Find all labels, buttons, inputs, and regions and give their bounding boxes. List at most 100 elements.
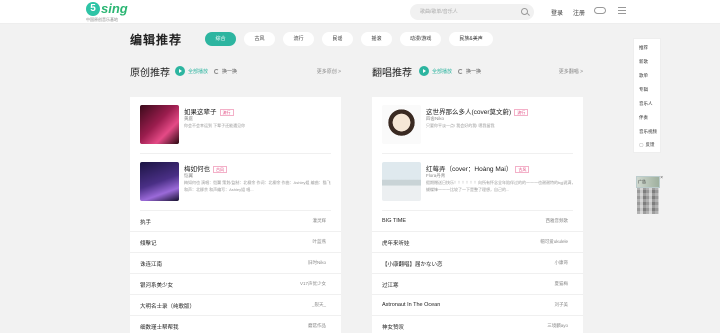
- song-title[interactable]: 细数瑾士帮帮我: [140, 323, 179, 331]
- ad-label: 广告: [638, 179, 646, 184]
- side-nav-new-songs[interactable]: 新歌: [639, 59, 648, 65]
- side-ad[interactable]: 广告 ×: [636, 175, 663, 214]
- tab-genre-anime-game[interactable]: 动漫/游戏: [400, 32, 442, 46]
- more-original-link[interactable]: 更多原创 >: [317, 68, 341, 75]
- search-icon[interactable]: [521, 8, 528, 15]
- list-item[interactable]: Astronaut In The Ocean 刘子美: [372, 295, 583, 316]
- song-artist[interactable]: Flora丹青: [426, 173, 445, 179]
- song-title[interactable]: 如果这辈子 流行: [184, 106, 234, 116]
- site-logo[interactable]: 5 sing 中国原创音乐基地: [86, 2, 128, 22]
- menu-icon[interactable]: [618, 7, 626, 14]
- ad-banner[interactable]: 广告: [636, 176, 660, 188]
- song-title[interactable]: 大明名士录（纯歌版）: [140, 302, 195, 310]
- song-title[interactable]: 虎年来听娃: [382, 239, 410, 247]
- song-title[interactable]: Astronaut In The Ocean: [382, 302, 440, 308]
- feature-song[interactable]: 这世界那么多人(cover莫文蔚) 流行 四舍Niko 只要你平淡一点! 我会好的…: [382, 97, 573, 154]
- song-artist[interactable]: 灌灵辉: [313, 218, 327, 224]
- feature-song[interactable]: 如果这辈子 流行 黄庭 你会不会幸运到 下辈子还能遇见你: [140, 97, 331, 154]
- refresh-button[interactable]: 换一换: [222, 68, 237, 75]
- list-item[interactable]: 虎年来听娃 帽可爱ukulele: [372, 232, 583, 253]
- list-item[interactable]: 【小康翻唱】届かない恋 小康哥: [372, 253, 583, 274]
- more-cover-link[interactable]: 更多翻唱 >: [559, 68, 583, 75]
- side-nav-accompaniment[interactable]: 伴奏: [639, 115, 648, 121]
- tab-genre-rock[interactable]: 摇滚: [361, 32, 392, 46]
- song-artist[interactable]: 西雅音频歌: [546, 218, 569, 224]
- feature-song[interactable]: 红莓弄（cover：Hoàng Mai） 古风 Flora丹青 假期赠送日快乐！！…: [382, 154, 575, 211]
- tab-genre-gufeng[interactable]: 古风: [244, 32, 275, 46]
- feature-song[interactable]: 梅如何也 古风 恺翼 梅如何也 演唱：恺翼 策划/监制：北柳余 作词：北柳余 作曲…: [140, 154, 331, 211]
- song-artist[interactable]: 蘑菇作品: [308, 323, 326, 329]
- register-link[interactable]: 注册: [573, 8, 585, 17]
- song-description: 梅如何也 演唱：恺翼 策划/监制：北柳余 作词：北柳余 作曲：Ashley姐 编…: [184, 180, 331, 192]
- song-artist[interactable]: 四舍Niko: [426, 116, 444, 122]
- list-item[interactable]: 细数瑾士帮帮我 蘑菇作品: [130, 316, 341, 333]
- song-title[interactable]: 傾擊记: [140, 239, 157, 247]
- song-title[interactable]: 银河系美少女: [140, 281, 173, 289]
- ad-close-icon[interactable]: ×: [660, 175, 663, 181]
- song-cover-image[interactable]: [382, 105, 421, 144]
- tab-genre-folk[interactable]: 民谣: [322, 32, 353, 46]
- song-title[interactable]: 这世界那么多人(cover莫文蔚) 流行: [426, 106, 529, 116]
- song-artist[interactable]: 小康哥: [555, 260, 569, 266]
- genre-tag: 流行: [219, 108, 234, 116]
- tab-genre-pop[interactable]: 流行: [283, 32, 314, 46]
- song-title[interactable]: 执手: [140, 218, 151, 226]
- list-item[interactable]: 诛连江南 旧时Niko: [130, 253, 341, 274]
- song-title[interactable]: 神女赞叹: [382, 323, 404, 331]
- list-item[interactable]: 大明名士录（纯歌版） _裂天_: [130, 295, 341, 316]
- song-cover-image[interactable]: [382, 162, 421, 201]
- song-artist[interactable]: 黄庭: [184, 116, 193, 122]
- play-all-icon[interactable]: [419, 66, 429, 76]
- list-item[interactable]: 过江寒 夏猫梅: [372, 274, 583, 295]
- song-artist[interactable]: 旧时Niko: [308, 260, 326, 266]
- play-all-icon[interactable]: [175, 66, 185, 76]
- song-artist[interactable]: 叶蓝燕: [313, 239, 327, 245]
- song-artist[interactable]: 恺翼: [184, 173, 193, 179]
- refresh-icon[interactable]: [214, 69, 219, 74]
- refresh-icon[interactable]: [458, 69, 463, 74]
- tab-genre-ethnic-bel-canto[interactable]: 民族&美声: [449, 32, 493, 46]
- side-nav-playlists[interactable]: 歌单: [639, 73, 648, 79]
- list-item[interactable]: 神女赞叹 三境麟ayo: [372, 316, 583, 333]
- song-artist[interactable]: 帽可爱ukulele: [540, 239, 568, 245]
- refresh-button[interactable]: 换一换: [466, 68, 481, 75]
- list-item[interactable]: 执手 灌灵辉: [130, 211, 341, 232]
- song-title[interactable]: 过江寒: [382, 281, 399, 289]
- song-title-text[interactable]: 如果这辈子: [184, 109, 217, 116]
- logo-subtitle: 中国原创音乐基地: [86, 17, 118, 22]
- song-title[interactable]: 【小康翻唱】届かない恋: [382, 260, 443, 268]
- song-title[interactable]: 诛连江南: [140, 260, 162, 268]
- song-description: 只要你平淡一点! 我会好的我! 嗯我留我: [426, 123, 495, 128]
- side-nav-music-video[interactable]: 音乐视频: [639, 129, 657, 135]
- original-card-list: 如果这辈子 流行 黄庭 你会不会幸运到 下辈子还能遇见你 梅如何也 古风 恺翼 梅如…: [130, 97, 341, 211]
- song-cover-image[interactable]: [140, 105, 179, 144]
- tab-genre-all[interactable]: 综合: [205, 32, 236, 46]
- song-artist[interactable]: 三境麟ayo: [547, 323, 568, 329]
- play-all-button[interactable]: 全部播放: [188, 68, 208, 75]
- list-item[interactable]: 傾擊记 叶蓝燕: [130, 232, 341, 253]
- side-nav-albums[interactable]: 专辑: [639, 87, 648, 93]
- song-title-text[interactable]: 梅如何也: [184, 166, 210, 173]
- cloud-upload-icon[interactable]: [594, 7, 606, 14]
- side-nav-recommend[interactable]: 推荐: [639, 45, 648, 51]
- song-artist[interactable]: _裂天_: [312, 302, 326, 308]
- song-title-text[interactable]: 这世界那么多人(cover莫文蔚): [426, 109, 511, 116]
- song-artist[interactable]: V17声优少女: [300, 281, 326, 287]
- song-title-text[interactable]: 红莓弄（cover：Hoàng Mai）: [426, 166, 512, 173]
- play-all-button[interactable]: 全部播放: [432, 68, 452, 75]
- song-artist[interactable]: 夏猫梅: [555, 281, 569, 287]
- genre-tag: 古风: [515, 165, 530, 173]
- side-nav-musicians[interactable]: 音乐人: [639, 101, 653, 107]
- list-item[interactable]: 银河系美少女 V17声优少女: [130, 274, 341, 295]
- side-nav-feedback[interactable]: 反馈: [639, 142, 654, 148]
- song-artist[interactable]: 刘子美: [555, 302, 569, 308]
- list-item[interactable]: BIG TIME 西雅音频歌: [372, 211, 583, 232]
- song-title[interactable]: 梅如何也 古风: [184, 163, 227, 173]
- song-title[interactable]: 红莓弄（cover：Hoàng Mai） 古风: [426, 163, 530, 173]
- login-link[interactable]: 登录: [551, 8, 563, 17]
- song-cover-image[interactable]: [140, 162, 179, 201]
- search-input[interactable]: 歌曲/歌单/音乐人: [410, 4, 534, 20]
- ad-image[interactable]: [637, 188, 659, 214]
- song-title[interactable]: BIG TIME: [382, 218, 406, 224]
- cover-song-list: BIG TIME 西雅音频歌 虎年来听娃 帽可爱ukulele 【小康翻唱】届かない…: [372, 211, 583, 333]
